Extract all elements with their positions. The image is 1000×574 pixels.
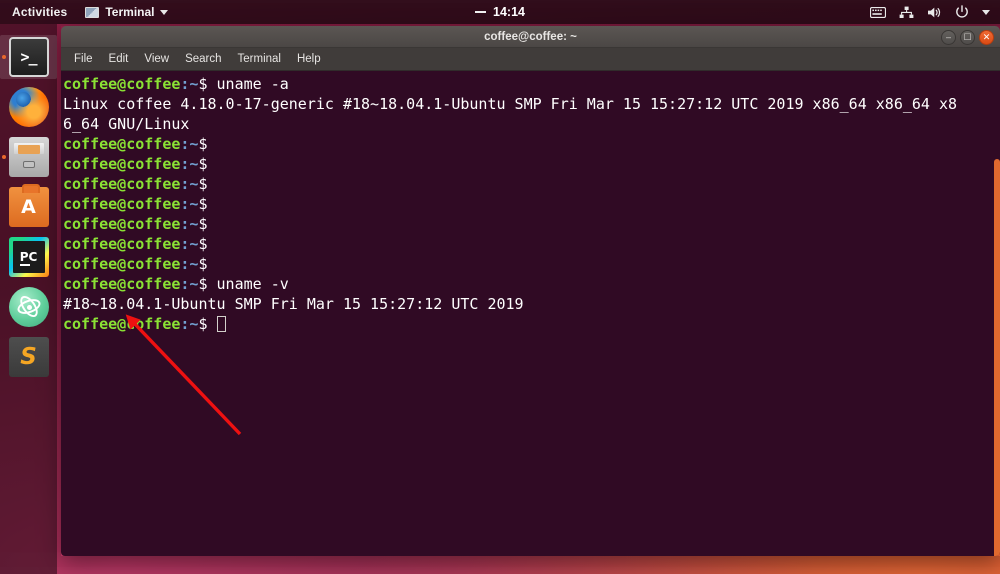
dock-item-firefox[interactable]: [0, 82, 57, 132]
dock-item-terminal[interactable]: >_: [0, 32, 57, 82]
dock-item-sublime[interactable]: [0, 332, 57, 382]
prompt-sigil: $: [198, 275, 217, 293]
terminal-prompt-line: coffee@coffee:~$: [63, 154, 996, 174]
activities-button[interactable]: Activities: [0, 5, 77, 19]
prompt-path: :~: [180, 215, 199, 233]
terminal-prompt-line: coffee@coffee:~$: [63, 254, 996, 274]
prompt-user-host: coffee@coffee: [63, 315, 181, 333]
menu-terminal[interactable]: Terminal: [231, 51, 288, 67]
prompt-path: :~: [180, 255, 199, 273]
terminal-prompt-line: coffee@coffee:~$: [63, 174, 996, 194]
scrollbar-thumb[interactable]: [994, 159, 1000, 556]
window-title: coffee@coffee: ~: [484, 30, 577, 43]
prompt-sigil: $: [198, 235, 217, 253]
prompt-user-host: coffee@coffee: [63, 135, 181, 153]
prompt-path: :~: [180, 275, 199, 293]
dock-item-files[interactable]: [0, 132, 57, 182]
prompt-user-host: coffee@coffee: [63, 155, 181, 173]
prompt-user-host: coffee@coffee: [63, 275, 181, 293]
menu-bar: File Edit View Search Terminal Help: [61, 48, 1000, 71]
window-controls: – ☐ ✕: [941, 26, 994, 48]
dock-item-atom[interactable]: [0, 282, 57, 332]
terminal-prompt-line: coffee@coffee:~$: [63, 234, 996, 254]
power-icon[interactable]: [955, 5, 969, 19]
terminal-cursor: [216, 316, 226, 332]
prompt-sigil: $: [198, 315, 217, 333]
dock-item-ubuntu-software[interactable]: [0, 182, 57, 232]
menu-file[interactable]: File: [67, 51, 100, 67]
window-titlebar[interactable]: coffee@coffee: ~ – ☐ ✕: [61, 26, 1000, 48]
menu-help[interactable]: Help: [290, 51, 328, 67]
prompt-sigil: $: [198, 75, 217, 93]
running-indicator-dot: [2, 155, 6, 159]
prompt-user-host: coffee@coffee: [63, 75, 181, 93]
terminal-icon: >_: [8, 37, 49, 77]
prompt-sigil: $: [198, 175, 217, 193]
prompt-path: :~: [180, 75, 199, 93]
terminal-prompt-line: coffee@coffee:~$ uname -v: [63, 274, 996, 294]
clock-label: 14:14: [493, 5, 525, 19]
system-menu-chevron-icon[interactable]: [982, 9, 990, 15]
files-icon: [8, 137, 49, 177]
ubuntu-software-icon: [8, 184, 49, 227]
running-indicator-dot: [2, 55, 6, 59]
prompt-path: :~: [180, 195, 199, 213]
volume-icon[interactable]: [927, 6, 942, 19]
prompt-sigil: $: [198, 195, 217, 213]
firefox-icon: [8, 87, 49, 127]
dock: >_ PC: [0, 24, 57, 574]
prompt-user-host: coffee@coffee: [63, 255, 181, 273]
terminal-window: coffee@coffee: ~ – ☐ ✕ File Edit View Se…: [61, 26, 1000, 556]
sublime-text-icon: [8, 337, 49, 377]
top-bar: Activities Terminal 14:14: [0, 0, 1000, 24]
prompt-user-host: coffee@coffee: [63, 175, 181, 193]
terminal-output-text: 6_64 GNU/Linux: [63, 115, 190, 133]
system-tray: [870, 5, 1000, 19]
close-button[interactable]: ✕: [979, 29, 994, 45]
menu-view[interactable]: View: [137, 51, 176, 67]
dock-item-pycharm[interactable]: PC: [0, 232, 57, 282]
prompt-path: :~: [180, 235, 199, 253]
app-menu-button[interactable]: Terminal: [77, 5, 176, 19]
terminal-output-text: #18~18.04.1-Ubuntu SMP Fri Mar 15 15:27:…: [63, 295, 524, 313]
terminal-output-text: Linux coffee 4.18.0-17-generic #18~18.04…: [63, 95, 958, 113]
app-menu-label: Terminal: [105, 5, 155, 19]
terminal-output-line: Linux coffee 4.18.0-17-generic #18~18.04…: [63, 94, 996, 114]
prompt-path: :~: [180, 135, 199, 153]
menu-search[interactable]: Search: [178, 51, 228, 67]
terminal-prompt-line: coffee@coffee:~$ uname -a: [63, 74, 996, 94]
terminal-command-text: uname -v: [216, 275, 289, 293]
terminal-prompt-line: coffee@coffee:~$: [63, 194, 996, 214]
terminal-prompt-line: coffee@coffee:~$: [63, 214, 996, 234]
prompt-user-host: coffee@coffee: [63, 195, 181, 213]
terminal-prompt-line: coffee@coffee:~$: [63, 134, 996, 154]
prompt-user-host: coffee@coffee: [63, 235, 181, 253]
dash-icon: [475, 11, 486, 13]
prompt-path: :~: [180, 175, 199, 193]
prompt-sigil: $: [198, 155, 217, 173]
prompt-sigil: $: [198, 215, 217, 233]
menu-edit[interactable]: Edit: [102, 51, 136, 67]
keyboard-icon[interactable]: [870, 6, 886, 18]
network-icon[interactable]: [899, 6, 914, 19]
chevron-down-icon: [160, 9, 169, 15]
prompt-path: :~: [180, 315, 199, 333]
minimize-button[interactable]: –: [941, 29, 956, 45]
prompt-user-host: coffee@coffee: [63, 215, 181, 233]
terminal-output-line: 6_64 GNU/Linux: [63, 114, 996, 134]
terminal-app-icon: [85, 6, 100, 18]
terminal-body[interactable]: coffee@coffee:~$ uname -a Linux coffee 4.…: [61, 71, 1000, 556]
pycharm-icon: PC: [8, 237, 49, 277]
prompt-sigil: $: [198, 135, 217, 153]
terminal-prompt-line: coffee@coffee:~$: [63, 314, 996, 334]
desktop: Activities Terminal 14:14 >_ A PC S coff…: [0, 0, 1000, 574]
terminal-output-line: #18~18.04.1-Ubuntu SMP Fri Mar 15 15:27:…: [63, 294, 996, 314]
maximize-button[interactable]: ☐: [960, 29, 975, 45]
atom-icon: [8, 287, 49, 327]
terminal-screen[interactable]: coffee@coffee:~$ uname -a Linux coffee 4.…: [61, 74, 1000, 556]
prompt-path: :~: [180, 155, 199, 173]
prompt-sigil: $: [198, 255, 217, 273]
terminal-scrollbar[interactable]: [994, 71, 1000, 556]
terminal-command-text: uname -a: [216, 75, 289, 93]
